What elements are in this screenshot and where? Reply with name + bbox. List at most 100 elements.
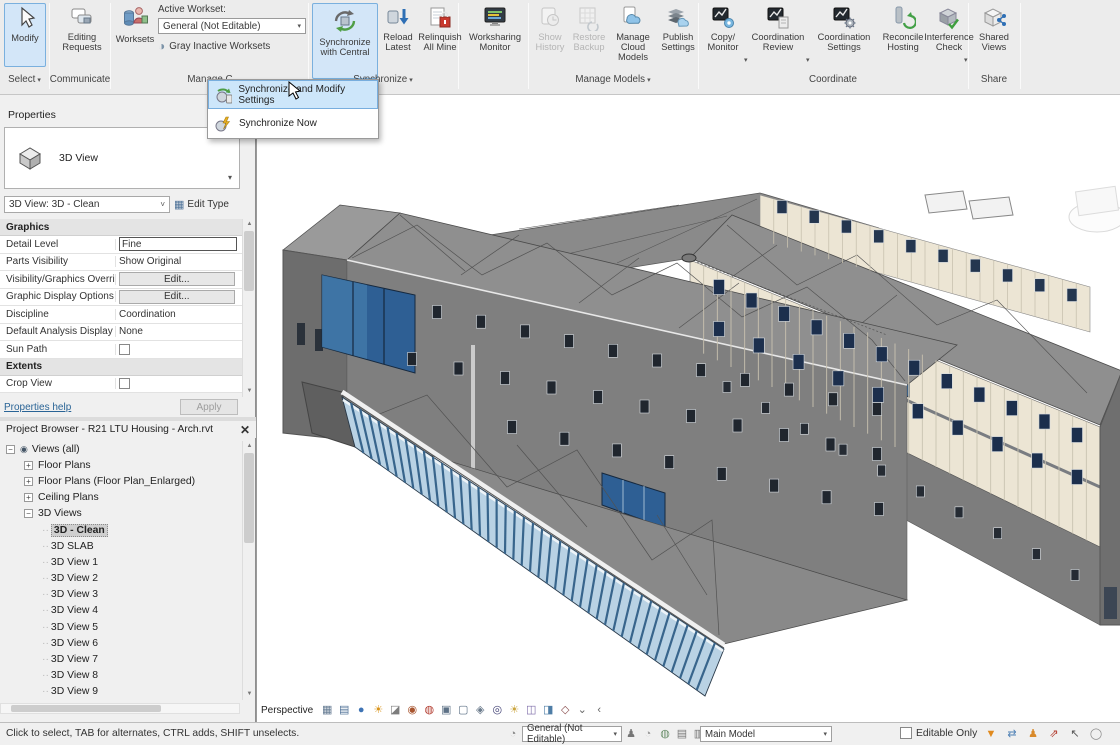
3d-model-view[interactable] <box>257 95 1120 722</box>
scroll-down-icon[interactable]: ▼ <box>243 386 256 397</box>
expander-icon[interactable]: + <box>24 461 33 470</box>
tree-item[interactable]: ··3D View 7 <box>0 651 240 667</box>
tree-item[interactable]: +Floor Plans (Floor Plan_Enlarged) <box>0 473 240 489</box>
worksets-button[interactable]: Worksets <box>112 3 158 44</box>
sun-path-icon[interactable]: ◉ <box>405 703 419 717</box>
property-row[interactable]: DisciplineCoordination <box>0 306 242 324</box>
modify-button[interactable]: Modify <box>4 3 46 67</box>
reveal-constraints-icon[interactable]: ◇ <box>558 703 572 717</box>
expander-icon[interactable]: + <box>24 493 33 502</box>
worksets-status-icon[interactable]: ◔ <box>641 727 655 741</box>
coordination-settings-button[interactable]: Coordination Settings <box>811 3 877 52</box>
reconcile-hosting-button[interactable]: Reconcile Hosting <box>879 3 927 52</box>
tree-item[interactable]: ··3D View 6 <box>0 635 240 651</box>
close-icon[interactable]: ✕ <box>240 423 250 437</box>
copy-monitor-button[interactable]: Copy/ Monitor <box>701 3 745 52</box>
publish-settings-button[interactable]: Publish Settings <box>658 3 698 52</box>
temporary-hide-icon[interactable]: ◎ <box>490 703 504 717</box>
tree-item[interactable]: −◉Views (all) <box>0 441 240 457</box>
tree-item[interactable]: +Floor Plans <box>0 457 240 473</box>
worksharing-monitor-button[interactable]: Worksharing Monitor <box>464 3 526 52</box>
lock-view-icon[interactable]: ◈ <box>473 703 487 717</box>
expander-icon[interactable]: + <box>24 477 33 486</box>
browser-hscrollbar[interactable] <box>0 703 240 714</box>
properties-scrollbar[interactable]: ▲ ▼ <box>242 219 255 397</box>
synchronize-with-central-button[interactable]: Synchronize with Central <box>312 3 378 79</box>
show-history-button[interactable]: Show History <box>531 3 569 52</box>
property-row[interactable]: Detail LevelFine <box>0 236 242 254</box>
selection-count-icon[interactable]: ◯ <box>1089 727 1103 741</box>
status-workset-combo[interactable]: General (Not Editable) ▾ <box>522 726 622 742</box>
displace-elements-icon[interactable]: ◨ <box>541 703 555 717</box>
reveal-hidden-icon[interactable]: ☀ <box>507 703 521 717</box>
editable-only-toggle[interactable]: Editable Only <box>900 727 977 739</box>
sun-settings-icon[interactable]: ☀ <box>371 703 385 717</box>
expand-control-bar-icon[interactable]: ‹ <box>592 703 606 717</box>
browser-scrollbar[interactable]: ▲ ▼ <box>242 441 255 700</box>
edit-type-button[interactable]: ▦ Edit Type <box>174 198 229 211</box>
view-scale-icon[interactable]: ▦ <box>320 703 334 717</box>
menu-item-synchronize-now[interactable]: Synchronize Now <box>208 109 378 138</box>
property-row[interactable]: Visibility/Graphics Overri...Edit... <box>0 271 242 289</box>
release-worksets-icon[interactable]: ⇄ <box>1005 727 1019 741</box>
crop-view-icon[interactable]: ▣ <box>439 703 453 717</box>
coordination-review-dropdown-icon[interactable]: ▾ <box>806 56 810 64</box>
scroll-up-icon[interactable]: ▲ <box>243 441 256 452</box>
visual-style-icon[interactable]: ● <box>354 703 368 717</box>
detail-level-icon[interactable]: ▤ <box>337 703 351 717</box>
tree-item[interactable]: ··3D View 9 <box>0 684 240 700</box>
copy-monitor-dropdown-icon[interactable]: ▾ <box>744 56 748 64</box>
select-panel-label[interactable]: Select▾ <box>0 72 49 88</box>
worksharing-display-icon[interactable]: ⌄ <box>575 703 589 717</box>
property-row[interactable]: Extents <box>0 359 242 376</box>
property-row[interactable]: Sun Path <box>0 341 242 359</box>
property-row[interactable]: Graphics <box>0 219 242 236</box>
show-crop-icon[interactable]: ▢ <box>456 703 470 717</box>
gray-inactive-worksets-button[interactable]: ◑ Gray Inactive Worksets <box>158 39 306 53</box>
design-option-combo[interactable]: Main Model ▾ <box>700 726 832 742</box>
apply-button[interactable]: Apply <box>180 399 238 415</box>
interference-check-dropdown-icon[interactable]: ▾ <box>964 56 968 64</box>
expander-icon[interactable]: − <box>24 509 33 518</box>
design-options-icon[interactable]: ▤ <box>675 727 689 741</box>
tree-item[interactable]: −3D Views <box>0 506 240 522</box>
property-row[interactable]: Graphic Display OptionsEdit... <box>0 289 242 307</box>
tree-item[interactable]: +Ceiling Plans <box>0 490 240 506</box>
relinquish-all-mine-button[interactable]: Relinquish All Mine <box>418 3 462 52</box>
cloud-model-icon[interactable]: ◍ <box>658 727 672 741</box>
tree-item[interactable]: ··3D View 8 <box>0 668 240 684</box>
manage-cloud-models-button[interactable]: Manage Cloud Models <box>609 3 657 63</box>
drawing-area[interactable]: Perspective ▦▤●☀◪◉◍▣▢◈◎☀◫◨◇⌄‹ <box>256 95 1120 722</box>
active-workset-combo[interactable]: General (Not Editable) ▾ <box>158 18 306 34</box>
reload-latest-button[interactable]: Reload Latest <box>379 3 417 52</box>
scroll-down-icon[interactable]: ▼ <box>243 689 256 700</box>
property-row[interactable]: Crop View <box>0 376 242 394</box>
instance-selector-combo[interactable]: 3D View: 3D - Clean ˅ <box>4 196 170 213</box>
editable-only-checkbox[interactable] <box>900 727 912 739</box>
rendering-icon[interactable]: ◍ <box>422 703 436 717</box>
temporary-view-properties-icon[interactable]: ◫ <box>524 703 538 717</box>
tree-item[interactable]: ··3D View 1 <box>0 554 240 570</box>
editing-requests-icon[interactable]: ♟ <box>624 727 638 741</box>
manage-links-icon[interactable]: ⇗ <box>1047 727 1061 741</box>
property-row[interactable]: Parts VisibilityShow Original <box>0 254 242 272</box>
editing-requests-button[interactable]: Editing Requests <box>56 3 108 52</box>
expander-icon[interactable]: − <box>6 445 15 454</box>
tree-item[interactable]: ··3D - Clean <box>0 522 240 538</box>
scroll-up-icon[interactable]: ▲ <box>243 219 256 230</box>
filter-icon[interactable]: ▼ <box>984 727 998 741</box>
tree-item[interactable]: ··3D View 4 <box>0 603 240 619</box>
interference-check-button[interactable]: Interference Check <box>929 3 969 52</box>
restore-backup-button[interactable]: Restore Backup <box>570 3 608 52</box>
select-toggle-icon[interactable]: ↖ <box>1068 727 1082 741</box>
shadows-icon[interactable]: ◪ <box>388 703 402 717</box>
tree-item[interactable]: ··3D View 5 <box>0 619 240 635</box>
tree-item[interactable]: ··3D View 3 <box>0 587 240 603</box>
editing-requests-badge-icon[interactable]: ♟ <box>1026 727 1040 741</box>
chevron-down-icon[interactable]: ▾ <box>228 173 232 182</box>
shared-views-button[interactable]: Shared Views <box>971 3 1017 52</box>
properties-help-link[interactable]: Properties help <box>4 402 71 413</box>
type-selector[interactable]: 3D View ▾ <box>4 127 240 189</box>
worksets-status-icon[interactable]: ◔ <box>506 727 520 741</box>
manage-models-panel-label[interactable]: Manage Models▾ <box>528 72 698 88</box>
